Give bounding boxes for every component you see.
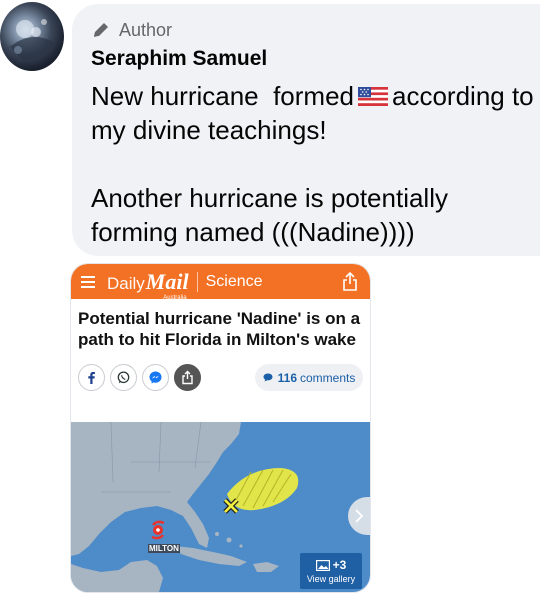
whatsapp-share-button xyxy=(110,364,137,391)
logo-daily: Daily xyxy=(107,273,145,293)
menu-icon xyxy=(81,275,95,288)
gallery-count: +3 xyxy=(332,558,347,572)
avatar[interactable] xyxy=(0,2,64,71)
comments-label: comments xyxy=(300,370,356,385)
chevron-right-icon xyxy=(355,509,363,523)
facebook-icon xyxy=(88,372,95,384)
whatsapp-icon xyxy=(117,371,130,384)
comment-bubble: Author Seraphim Samuel New hurricane for… xyxy=(72,4,540,256)
more-share-button xyxy=(174,364,201,391)
daily-mail-logo: Daily Mail Australia xyxy=(107,268,189,301)
gallery-icon xyxy=(315,559,330,571)
messenger-share-button xyxy=(142,364,169,391)
daily-mail-header: Daily Mail Australia Science xyxy=(71,264,370,301)
facebook-share-button xyxy=(78,364,105,391)
share-icon xyxy=(343,272,357,291)
us-flag-icon xyxy=(358,87,388,106)
comment-text-part1: New hurricane formed xyxy=(91,81,354,111)
logo-mail: Mail xyxy=(145,268,189,294)
comment-text: New hurricane formed according to my div… xyxy=(91,79,536,249)
comments-button: 116 comments xyxy=(255,364,363,391)
pencil-icon xyxy=(94,23,108,37)
section-label: Science xyxy=(205,272,263,290)
storm-label: MILTON xyxy=(148,544,180,553)
social-share-row: 116 comments xyxy=(71,364,370,391)
author-name[interactable]: Seraphim Samuel xyxy=(91,44,540,74)
share-icon xyxy=(182,370,193,385)
messenger-icon xyxy=(149,371,162,384)
comments-count: 116 xyxy=(277,370,297,385)
author-badge: Author xyxy=(91,18,540,42)
logo-region: Australia xyxy=(163,294,187,301)
header-divider xyxy=(196,271,198,292)
gallery-label: View gallery xyxy=(306,574,356,584)
speech-bubble-icon xyxy=(263,373,273,382)
author-badge-label: Author xyxy=(119,19,173,40)
link-preview-card[interactable]: Daily Mail Australia Science Potential h… xyxy=(70,263,371,593)
article-headline: Potential hurricane 'Nadine' is on a pat… xyxy=(78,309,361,349)
view-gallery-button[interactable]: +3 View gallery xyxy=(300,553,362,589)
